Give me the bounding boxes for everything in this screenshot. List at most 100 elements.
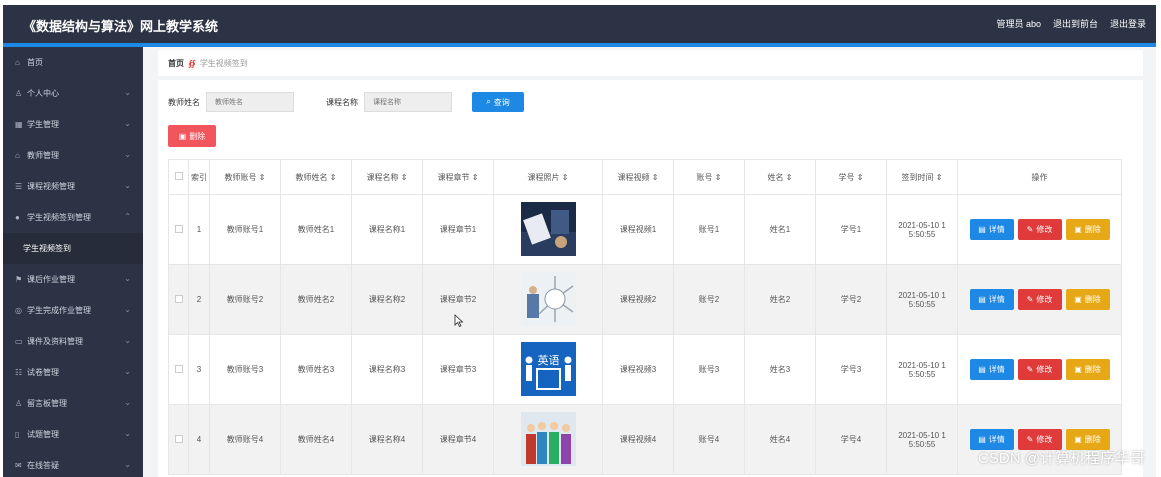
mail-icon: ✉ bbox=[15, 461, 22, 470]
col-student-no[interactable]: 学号 ⇕ bbox=[815, 159, 887, 195]
select-all-cell[interactable] bbox=[168, 159, 189, 195]
back-to-front-link[interactable]: 退出到前台 bbox=[1053, 17, 1098, 30]
row-checkbox[interactable] bbox=[174, 434, 183, 443]
edit-button-label: 修改 bbox=[1036, 435, 1053, 444]
course-name-input[interactable] bbox=[364, 92, 452, 112]
sort-icon[interactable]: ⇕ bbox=[715, 173, 722, 182]
select-all-checkbox[interactable] bbox=[174, 172, 183, 180]
sidebar-item[interactable]: ☷ 试卷管理 ⌄ bbox=[3, 357, 143, 388]
sort-icon[interactable]: ⇕ bbox=[786, 173, 793, 182]
chevron-down-icon: ⌄ bbox=[124, 398, 131, 407]
sidebar-item[interactable]: ⌂ 教师管理 ⌄ bbox=[3, 140, 143, 171]
cell-course-name-text: 课程名称1 bbox=[368, 225, 406, 234]
detail-button[interactable]: ▤ 详情 bbox=[969, 289, 1014, 310]
document-icon: ▤ bbox=[978, 365, 986, 374]
chevron-down-icon: ⌄ bbox=[124, 336, 131, 345]
row-checkbox[interactable] bbox=[174, 294, 183, 303]
row-select-cell[interactable] bbox=[168, 334, 189, 405]
edit-button-label: 修改 bbox=[1036, 365, 1053, 374]
edit-button[interactable]: ✎ 修改 bbox=[1017, 219, 1062, 240]
row-select-cell[interactable] bbox=[168, 194, 189, 265]
col-checkin-time[interactable]: 签到时间 ⇕ bbox=[886, 159, 958, 195]
sidebar-item[interactable]: ◎ 学生完成作业管理 ⌄ bbox=[3, 295, 143, 326]
edit-button[interactable]: ✎ 修改 bbox=[1017, 289, 1062, 310]
sidebar-item[interactable]: ▭ 课件及资料管理 ⌄ bbox=[3, 326, 143, 357]
chevron-down-icon: ⌄ bbox=[124, 305, 131, 314]
cell-name: 姓名2 bbox=[744, 264, 816, 335]
cell-video-text: 课程视频3 bbox=[619, 365, 657, 374]
breadcrumb-home[interactable]: 首页 bbox=[168, 58, 184, 69]
col-video[interactable]: 课程视频 ⇕ bbox=[602, 159, 674, 195]
sort-icon[interactable]: ⇕ bbox=[259, 173, 266, 182]
cell-account-text: 账号4 bbox=[698, 435, 720, 444]
sort-icon[interactable]: ⇕ bbox=[401, 173, 408, 182]
checkin-date: 2021-05-10 1 bbox=[898, 290, 946, 300]
cell-student-no: 学号3 bbox=[815, 334, 887, 405]
col-account[interactable]: 账号 ⇕ bbox=[673, 159, 745, 195]
row-select-cell[interactable] bbox=[168, 264, 189, 335]
sidebar-item[interactable]: ✉ 在线答疑 ⌄ bbox=[3, 450, 143, 477]
admin-user-label[interactable]: 管理员 abo bbox=[996, 17, 1041, 30]
col-photo[interactable]: 课程照片 ⇕ bbox=[493, 159, 603, 195]
bank-icon: ⌂ bbox=[15, 151, 20, 160]
document-icon: ▤ bbox=[978, 435, 986, 444]
row-select-cell[interactable] bbox=[168, 404, 189, 475]
sidebar-item-label: 学生视频签到 bbox=[23, 244, 71, 253]
sort-icon[interactable]: ⇕ bbox=[330, 173, 337, 182]
detail-button[interactable]: ▤ 详情 bbox=[969, 359, 1014, 380]
bulk-delete-button[interactable]: ▣ 删除 bbox=[168, 125, 216, 147]
trash-icon: ▣ bbox=[1074, 435, 1082, 444]
sort-icon[interactable]: ⇕ bbox=[562, 173, 569, 182]
sidebar-item[interactable]: ● 学生视频签到管理 ⌃ bbox=[3, 202, 143, 233]
sidebar-item[interactable]: ⌂ 首页 bbox=[3, 47, 143, 78]
cell-index-text: 4 bbox=[196, 435, 202, 444]
detail-button[interactable]: ▤ 详情 bbox=[969, 219, 1014, 240]
chevron-down-icon: ⌄ bbox=[124, 181, 131, 190]
query-button[interactable]: ⌕ 查询 bbox=[472, 92, 524, 112]
sort-icon[interactable]: ⇕ bbox=[652, 173, 659, 182]
cell-chapter-text: 课程章节1 bbox=[439, 225, 477, 234]
sidebar-item[interactable]: ⚑ 课后作业管理 ⌄ bbox=[3, 264, 143, 295]
sidebar-item[interactable]: ♙ 个人中心 ⌄ bbox=[3, 78, 143, 109]
sidebar-item-label: 课程视频管理 bbox=[27, 182, 75, 191]
row-checkbox[interactable] bbox=[174, 364, 183, 373]
message-icon: ♙ bbox=[15, 399, 23, 408]
chevron-down-icon: ⌄ bbox=[124, 429, 131, 438]
sidebar-item[interactable]: ▯ 试题管理 ⌄ bbox=[3, 419, 143, 450]
col-name[interactable]: 姓名 ⇕ bbox=[744, 159, 816, 195]
sidebar-item[interactable]: ☰ 课程视频管理 ⌄ bbox=[3, 171, 143, 202]
sidebar-subitem[interactable]: 学生视频签到 bbox=[3, 233, 143, 264]
sort-icon[interactable]: ⇕ bbox=[857, 173, 864, 182]
row-checkbox[interactable] bbox=[174, 224, 183, 233]
delete-button[interactable]: ▣ 删除 bbox=[1065, 289, 1110, 310]
checkin-table: 索引 教师账号 ⇕ 教师姓名 ⇕ 课程名称 ⇕ 课程章节 ⇕ 课程照片 ⇕ 课程… bbox=[168, 159, 1122, 475]
col-teacher-account[interactable]: 教师账号 ⇕ bbox=[209, 159, 281, 195]
delete-button[interactable]: ▣ 删除 bbox=[1065, 359, 1110, 380]
cell-teacher-name: 教师姓名4 bbox=[280, 404, 352, 475]
sidebar-item[interactable]: ▦ 学生管理 ⌄ bbox=[3, 109, 143, 140]
delete-button[interactable]: ▣ 删除 bbox=[1065, 219, 1110, 240]
watermark: CSDN @计算机程序华哥 bbox=[978, 450, 1145, 467]
breadcrumb: 首页 ∯ 学生视频签到 bbox=[158, 50, 1143, 76]
teacher-name-input[interactable] bbox=[206, 92, 294, 112]
col-course-name[interactable]: 课程名称 ⇕ bbox=[351, 159, 423, 195]
delete-button-label: 删除 bbox=[1084, 435, 1101, 444]
cell-video: 课程视频2 bbox=[602, 264, 674, 335]
trash-icon: ▣ bbox=[1074, 295, 1082, 304]
logout-link[interactable]: 退出登录 bbox=[1110, 17, 1146, 30]
sort-icon[interactable]: ⇕ bbox=[472, 173, 479, 182]
cell-chapter: 课程章节3 bbox=[422, 334, 494, 405]
cell-index: 4 bbox=[188, 404, 210, 475]
cell-name-text: 姓名2 bbox=[769, 295, 791, 304]
col-teacher-name[interactable]: 教师姓名 ⇕ bbox=[280, 159, 352, 195]
sliders-icon: ☰ bbox=[15, 182, 23, 191]
edit-button[interactable]: ✎ 修改 bbox=[1017, 359, 1062, 380]
cell-chapter-text: 课程章节3 bbox=[439, 365, 477, 374]
col-chapter[interactable]: 课程章节 ⇕ bbox=[422, 159, 494, 195]
cell-index-text: 3 bbox=[196, 365, 202, 374]
sort-icon[interactable]: ⇕ bbox=[936, 173, 943, 182]
col-actions-label: 操作 bbox=[1031, 172, 1048, 182]
table-row: 3 教师账号3 教师姓名3 课程名称3 课程章节3 英语 课程视频3 账号3 姓名3 学号3 202… bbox=[168, 334, 1122, 405]
sidebar-item[interactable]: ♙ 留言板管理 ⌄ bbox=[3, 388, 143, 419]
cell-account: 账号4 bbox=[673, 404, 745, 475]
